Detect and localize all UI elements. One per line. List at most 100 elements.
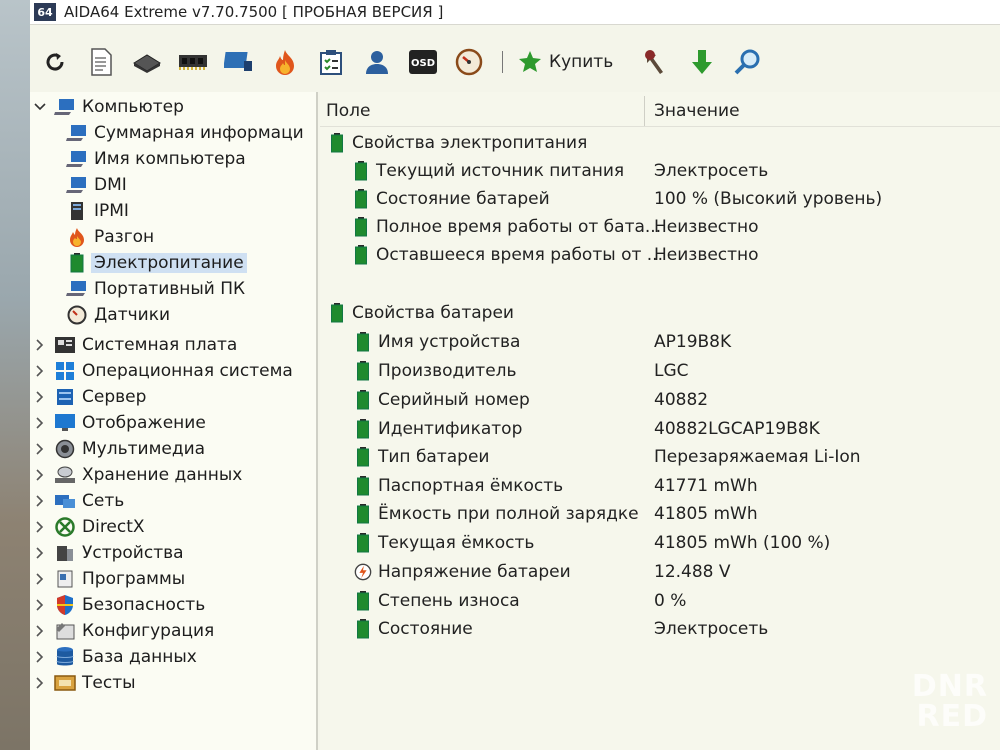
database-icon bbox=[54, 647, 76, 667]
field-label: Паспортная ёмкость bbox=[378, 476, 564, 496]
tree-item-config[interactable]: Конфигурация bbox=[32, 618, 214, 644]
watermark-line: RED bbox=[916, 699, 988, 734]
chevron-right-icon[interactable] bbox=[32, 597, 48, 613]
tree-item-directx[interactable]: DirectX bbox=[32, 514, 145, 540]
battery-icon bbox=[328, 302, 346, 324]
chevron-right-icon[interactable] bbox=[32, 623, 48, 639]
watermark: DNR RED bbox=[908, 672, 988, 732]
motherboard-icon[interactable] bbox=[132, 47, 162, 77]
column-header-value[interactable]: Значение bbox=[654, 98, 740, 124]
field-label: Ёмкость при полной зарядке bbox=[378, 504, 639, 524]
tools-icon[interactable] bbox=[641, 47, 671, 77]
chevron-down-icon[interactable] bbox=[32, 99, 48, 115]
tree-item-portable[interactable]: Портативный ПК bbox=[60, 276, 245, 302]
field-value: 41771 mWh bbox=[654, 476, 758, 496]
osd-icon[interactable]: OSD bbox=[408, 47, 438, 77]
tree-item-network[interactable]: Сеть bbox=[32, 488, 124, 514]
field-label: Серийный номер bbox=[378, 390, 530, 410]
tree-item-display[interactable]: Отображение bbox=[32, 410, 206, 436]
tree-item-benchmarks[interactable]: Тесты bbox=[32, 670, 136, 696]
chevron-right-icon[interactable] bbox=[32, 415, 48, 431]
tree-item-software[interactable]: Программы bbox=[32, 566, 185, 592]
buy-button[interactable]: Купить bbox=[517, 50, 613, 74]
tree-item-overclock[interactable]: Разгон bbox=[60, 224, 154, 250]
battery-icon bbox=[354, 532, 372, 554]
tree-item-power[interactable]: Электропитание bbox=[60, 250, 247, 276]
chevron-right-icon[interactable] bbox=[32, 571, 48, 587]
memory-icon[interactable] bbox=[178, 47, 208, 77]
chevron-right-icon[interactable] bbox=[32, 675, 48, 691]
table-row[interactable]: Серийный номер bbox=[354, 387, 530, 413]
monitor-icon bbox=[54, 413, 76, 433]
tree-item-computer[interactable]: Компьютер bbox=[32, 94, 184, 120]
tree-item-database[interactable]: База данных bbox=[32, 644, 197, 670]
battery-icon bbox=[352, 188, 370, 210]
tree-item-security[interactable]: Безопасность bbox=[32, 592, 205, 618]
tree-item-server[interactable]: Сервер bbox=[32, 384, 146, 410]
table-row[interactable]: Состояние батарей bbox=[352, 186, 550, 212]
refresh-icon[interactable] bbox=[40, 47, 70, 77]
tree-item-label: Системная плата bbox=[82, 335, 238, 355]
table-row[interactable]: Напряжение батареи bbox=[354, 559, 571, 585]
navigation-tree: Компьютер Суммарная информаци Имя компью… bbox=[30, 92, 318, 750]
chevron-right-icon[interactable] bbox=[32, 389, 48, 405]
chevron-right-icon[interactable] bbox=[32, 493, 48, 509]
checklist-icon[interactable] bbox=[316, 47, 346, 77]
column-header-field[interactable]: Поле bbox=[326, 98, 371, 124]
computer-icon bbox=[66, 123, 88, 143]
tree-item-sensors[interactable]: Датчики bbox=[60, 302, 170, 328]
table-row[interactable]: Текущий источник питания bbox=[352, 158, 624, 184]
table-row[interactable]: Полное время работы от бата... bbox=[352, 214, 661, 240]
tree-item-label: Хранение данных bbox=[82, 465, 243, 485]
tree-item-label: Разгон bbox=[94, 227, 155, 247]
tree-item-computer-name[interactable]: Имя компьютера bbox=[60, 146, 246, 172]
chevron-right-icon[interactable] bbox=[32, 467, 48, 483]
tree-item-storage[interactable]: Хранение данных bbox=[32, 462, 242, 488]
table-row[interactable]: Производитель bbox=[354, 358, 517, 384]
tree-item-os[interactable]: Операционная система bbox=[32, 358, 293, 384]
table-row[interactable]: Степень износа bbox=[354, 588, 520, 614]
tree-item-devices[interactable]: Устройства bbox=[32, 540, 184, 566]
tree-item-multimedia[interactable]: Мультимедиа bbox=[32, 436, 205, 462]
user-icon[interactable] bbox=[362, 47, 392, 77]
tree-item-label: Датчики bbox=[94, 305, 171, 325]
chevron-right-icon[interactable] bbox=[32, 649, 48, 665]
field-value: Электросеть bbox=[654, 161, 769, 181]
tree-item-summary[interactable]: Суммарная информаци bbox=[60, 120, 304, 146]
tree-item-motherboard[interactable]: Системная плата bbox=[32, 332, 237, 358]
tree-item-label: Портативный ПК bbox=[94, 279, 246, 299]
table-row[interactable]: Оставшееся время работы от ... bbox=[352, 242, 663, 268]
report-icon[interactable] bbox=[86, 47, 116, 77]
gauge-icon[interactable] bbox=[454, 47, 484, 77]
chevron-right-icon[interactable] bbox=[32, 441, 48, 457]
table-row[interactable]: Имя устройства bbox=[354, 329, 520, 355]
tree-item-dmi[interactable]: DMI bbox=[60, 172, 127, 198]
table-row[interactable]: Ёмкость при полной зарядке bbox=[354, 501, 639, 527]
computer-icon bbox=[66, 149, 88, 169]
chevron-right-icon[interactable] bbox=[32, 337, 48, 353]
field-value: Неизвестно bbox=[654, 217, 759, 237]
chevron-right-icon[interactable] bbox=[32, 519, 48, 535]
column-divider[interactable] bbox=[644, 96, 645, 126]
watermark-line: DNR bbox=[911, 669, 988, 704]
table-row[interactable]: Идентификатор bbox=[354, 416, 522, 442]
network-card-icon[interactable] bbox=[224, 47, 254, 77]
voltage-icon bbox=[354, 561, 372, 583]
download-icon[interactable] bbox=[687, 47, 717, 77]
laptop-icon bbox=[66, 279, 88, 299]
tree-item-ipmi[interactable]: IPMI bbox=[60, 198, 129, 224]
group-title: Свойства электропитания bbox=[352, 133, 588, 153]
table-row[interactable]: Текущая ёмкость bbox=[354, 530, 534, 556]
overclock-icon[interactable] bbox=[270, 47, 300, 77]
field-label: Производитель bbox=[378, 361, 517, 381]
table-row[interactable]: Паспортная ёмкость bbox=[354, 473, 563, 499]
chevron-right-icon[interactable] bbox=[32, 545, 48, 561]
search-icon[interactable] bbox=[733, 47, 763, 77]
field-value: LGC bbox=[654, 361, 689, 381]
column-header-label: Значение bbox=[654, 101, 740, 121]
table-row[interactable]: Тип батареи bbox=[354, 444, 489, 470]
desktop-background bbox=[0, 0, 30, 750]
speaker-icon bbox=[54, 439, 76, 459]
chevron-right-icon[interactable] bbox=[32, 363, 48, 379]
table-row[interactable]: Состояние bbox=[354, 616, 473, 642]
